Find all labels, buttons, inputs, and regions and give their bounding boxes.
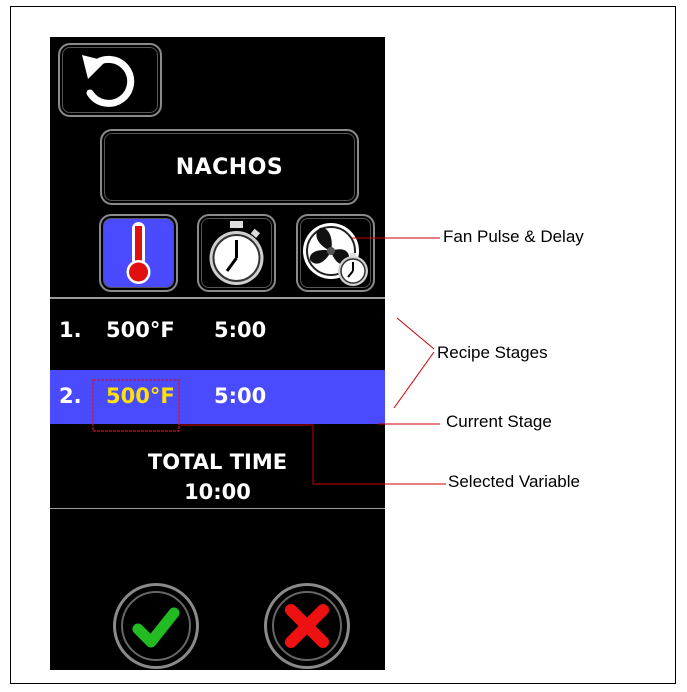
annotation-stages: Recipe Stages <box>437 343 548 362</box>
stages-annotation-line-1 <box>396 317 435 350</box>
selected-annotation-line <box>179 424 446 485</box>
annotation-current: Current Stage <box>446 412 552 431</box>
selected-variable-highlight <box>92 379 180 432</box>
annotation-selected: Selected Variable <box>448 472 580 491</box>
annotation-lines <box>92 237 446 485</box>
stages-annotation-line-2 <box>393 351 435 409</box>
annotation-fan: Fan Pulse & Delay <box>443 227 584 246</box>
